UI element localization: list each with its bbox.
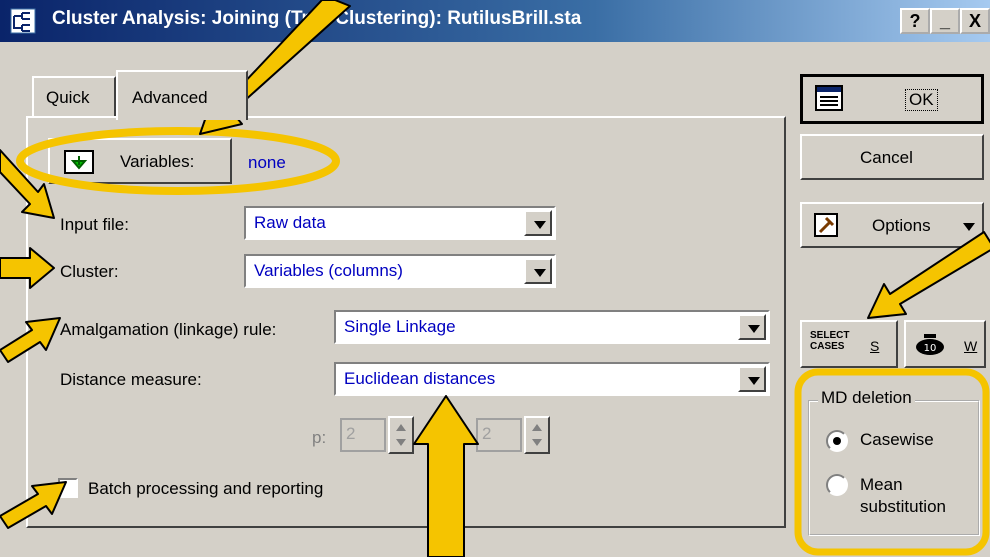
batch-arrow (0, 481, 67, 529)
variables-highlight-ellipse (16, 127, 340, 195)
tab-advanced[interactable]: Advanced (116, 70, 248, 120)
distance-arrow (413, 395, 479, 557)
linkage-arrow (0, 317, 61, 363)
select-cases-arrow (867, 231, 990, 319)
md-deletion-highlight (794, 368, 990, 556)
cluster-arrow (0, 247, 55, 289)
tab-advanced-label: Advanced (132, 88, 208, 107)
input-file-arrow (0, 149, 55, 219)
